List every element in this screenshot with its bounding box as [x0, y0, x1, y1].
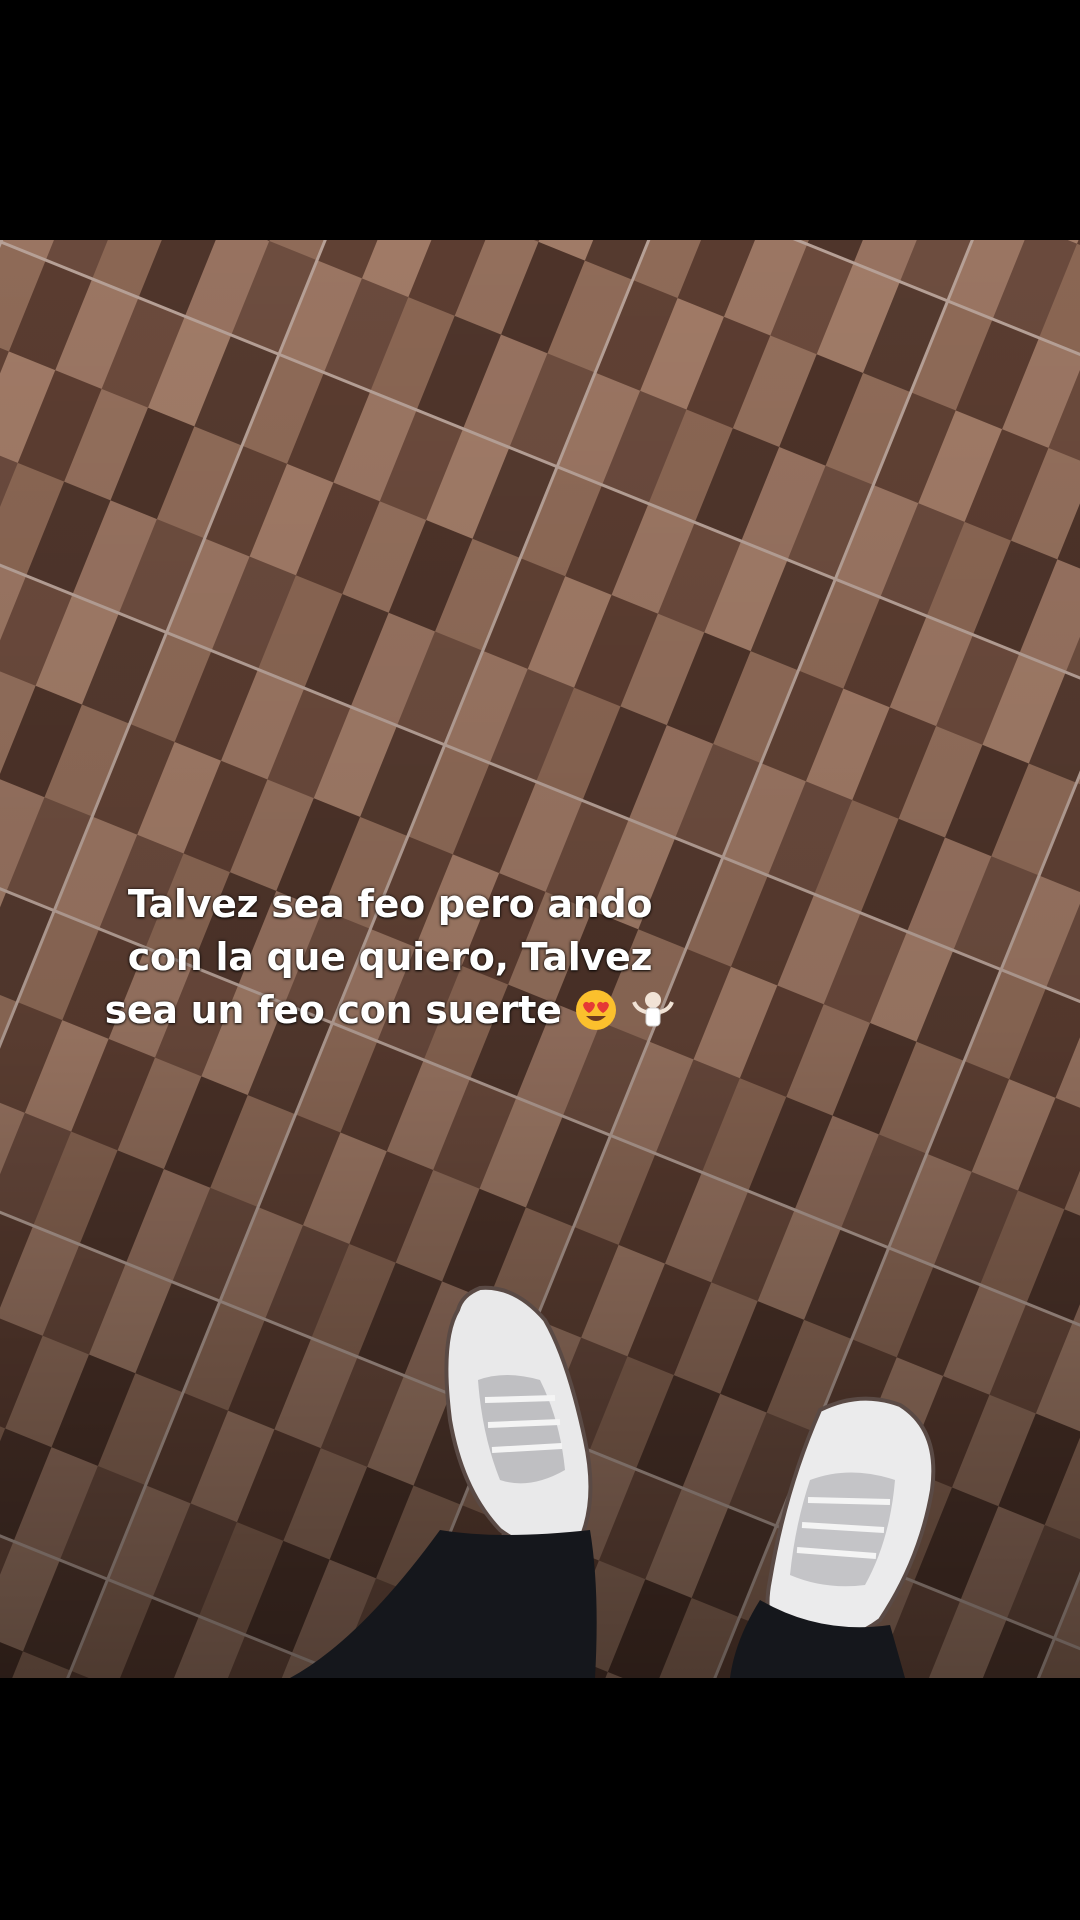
- caption-line-1: Talvez sea feo pero ando: [127, 882, 653, 926]
- caption-line-3-text: sea un feo con suerte: [104, 988, 562, 1032]
- letterbox-top: [0, 0, 1080, 240]
- caption-overlay: Talvez sea feo pero ando con la que quie…: [100, 878, 680, 1037]
- caption-line-2: con la que quiero, Talvez: [127, 935, 653, 979]
- shrug-icon: [632, 991, 675, 1026]
- caption-line-3: sea un feo con suerte: [100, 984, 680, 1037]
- heart-eyes-emoji-icon: [576, 989, 617, 1030]
- letterbox-bottom: [0, 1678, 1080, 1920]
